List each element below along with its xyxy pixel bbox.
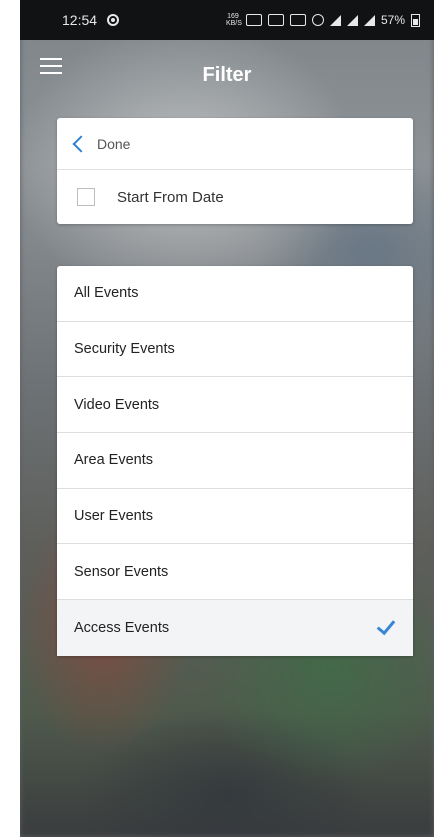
network-speed: 169 KB/S (225, 13, 242, 27)
list-item-label: All Events (74, 285, 139, 302)
status-time: 12:54 (62, 12, 98, 28)
app-header: Filter (20, 40, 434, 114)
list-item-label: Area Events (74, 452, 153, 469)
done-button[interactable]: Done (57, 118, 413, 170)
list-item-all-events[interactable]: All Events (57, 266, 413, 322)
signal-icon (346, 14, 358, 26)
list-item-label: Sensor Events (74, 563, 169, 580)
wifi-icon (329, 14, 341, 26)
list-item-area-events[interactable]: Area Events (57, 433, 413, 489)
list-item-label: Access Events (74, 619, 170, 636)
list-item-user-events[interactable]: User Events (57, 489, 413, 545)
filter-options-card: Done Start From Date (57, 118, 413, 224)
start-from-date-checkbox[interactable] (77, 188, 95, 206)
signal-icon-2 (363, 14, 375, 26)
list-item-label: Video Events (74, 396, 160, 413)
events-list: All Events Security Events Video Events … (57, 266, 413, 656)
start-from-date-row[interactable]: Start From Date (57, 170, 413, 224)
cast-icon (267, 14, 284, 26)
battery-icon (411, 13, 420, 27)
list-item-security-events[interactable]: Security Events (57, 322, 413, 378)
list-item-sensor-events[interactable]: Sensor Events (57, 544, 413, 601)
chevron-left-icon (72, 135, 90, 152)
list-item-video-events[interactable]: Video Events (57, 377, 413, 434)
status-bar: 12:54 169 KB/S 57% (20, 0, 434, 40)
alarm-icon (245, 14, 262, 26)
phone-screen: 12:54 169 KB/S 57% Filter Done Start Fro… (20, 0, 434, 837)
page-title: Filter (202, 64, 252, 86)
volte-icon (289, 14, 306, 26)
list-item-label: User Events (74, 508, 153, 525)
list-item-label: Security Events (74, 341, 175, 358)
dnd-icon (311, 14, 324, 26)
start-from-date-label: Start From Date (117, 188, 224, 206)
list-item-access-events[interactable]: Access Events (57, 600, 413, 656)
record-icon (107, 14, 120, 26)
battery-percent: 57% (380, 13, 405, 27)
done-label: Done (97, 135, 131, 152)
checkmark-icon (376, 616, 396, 636)
